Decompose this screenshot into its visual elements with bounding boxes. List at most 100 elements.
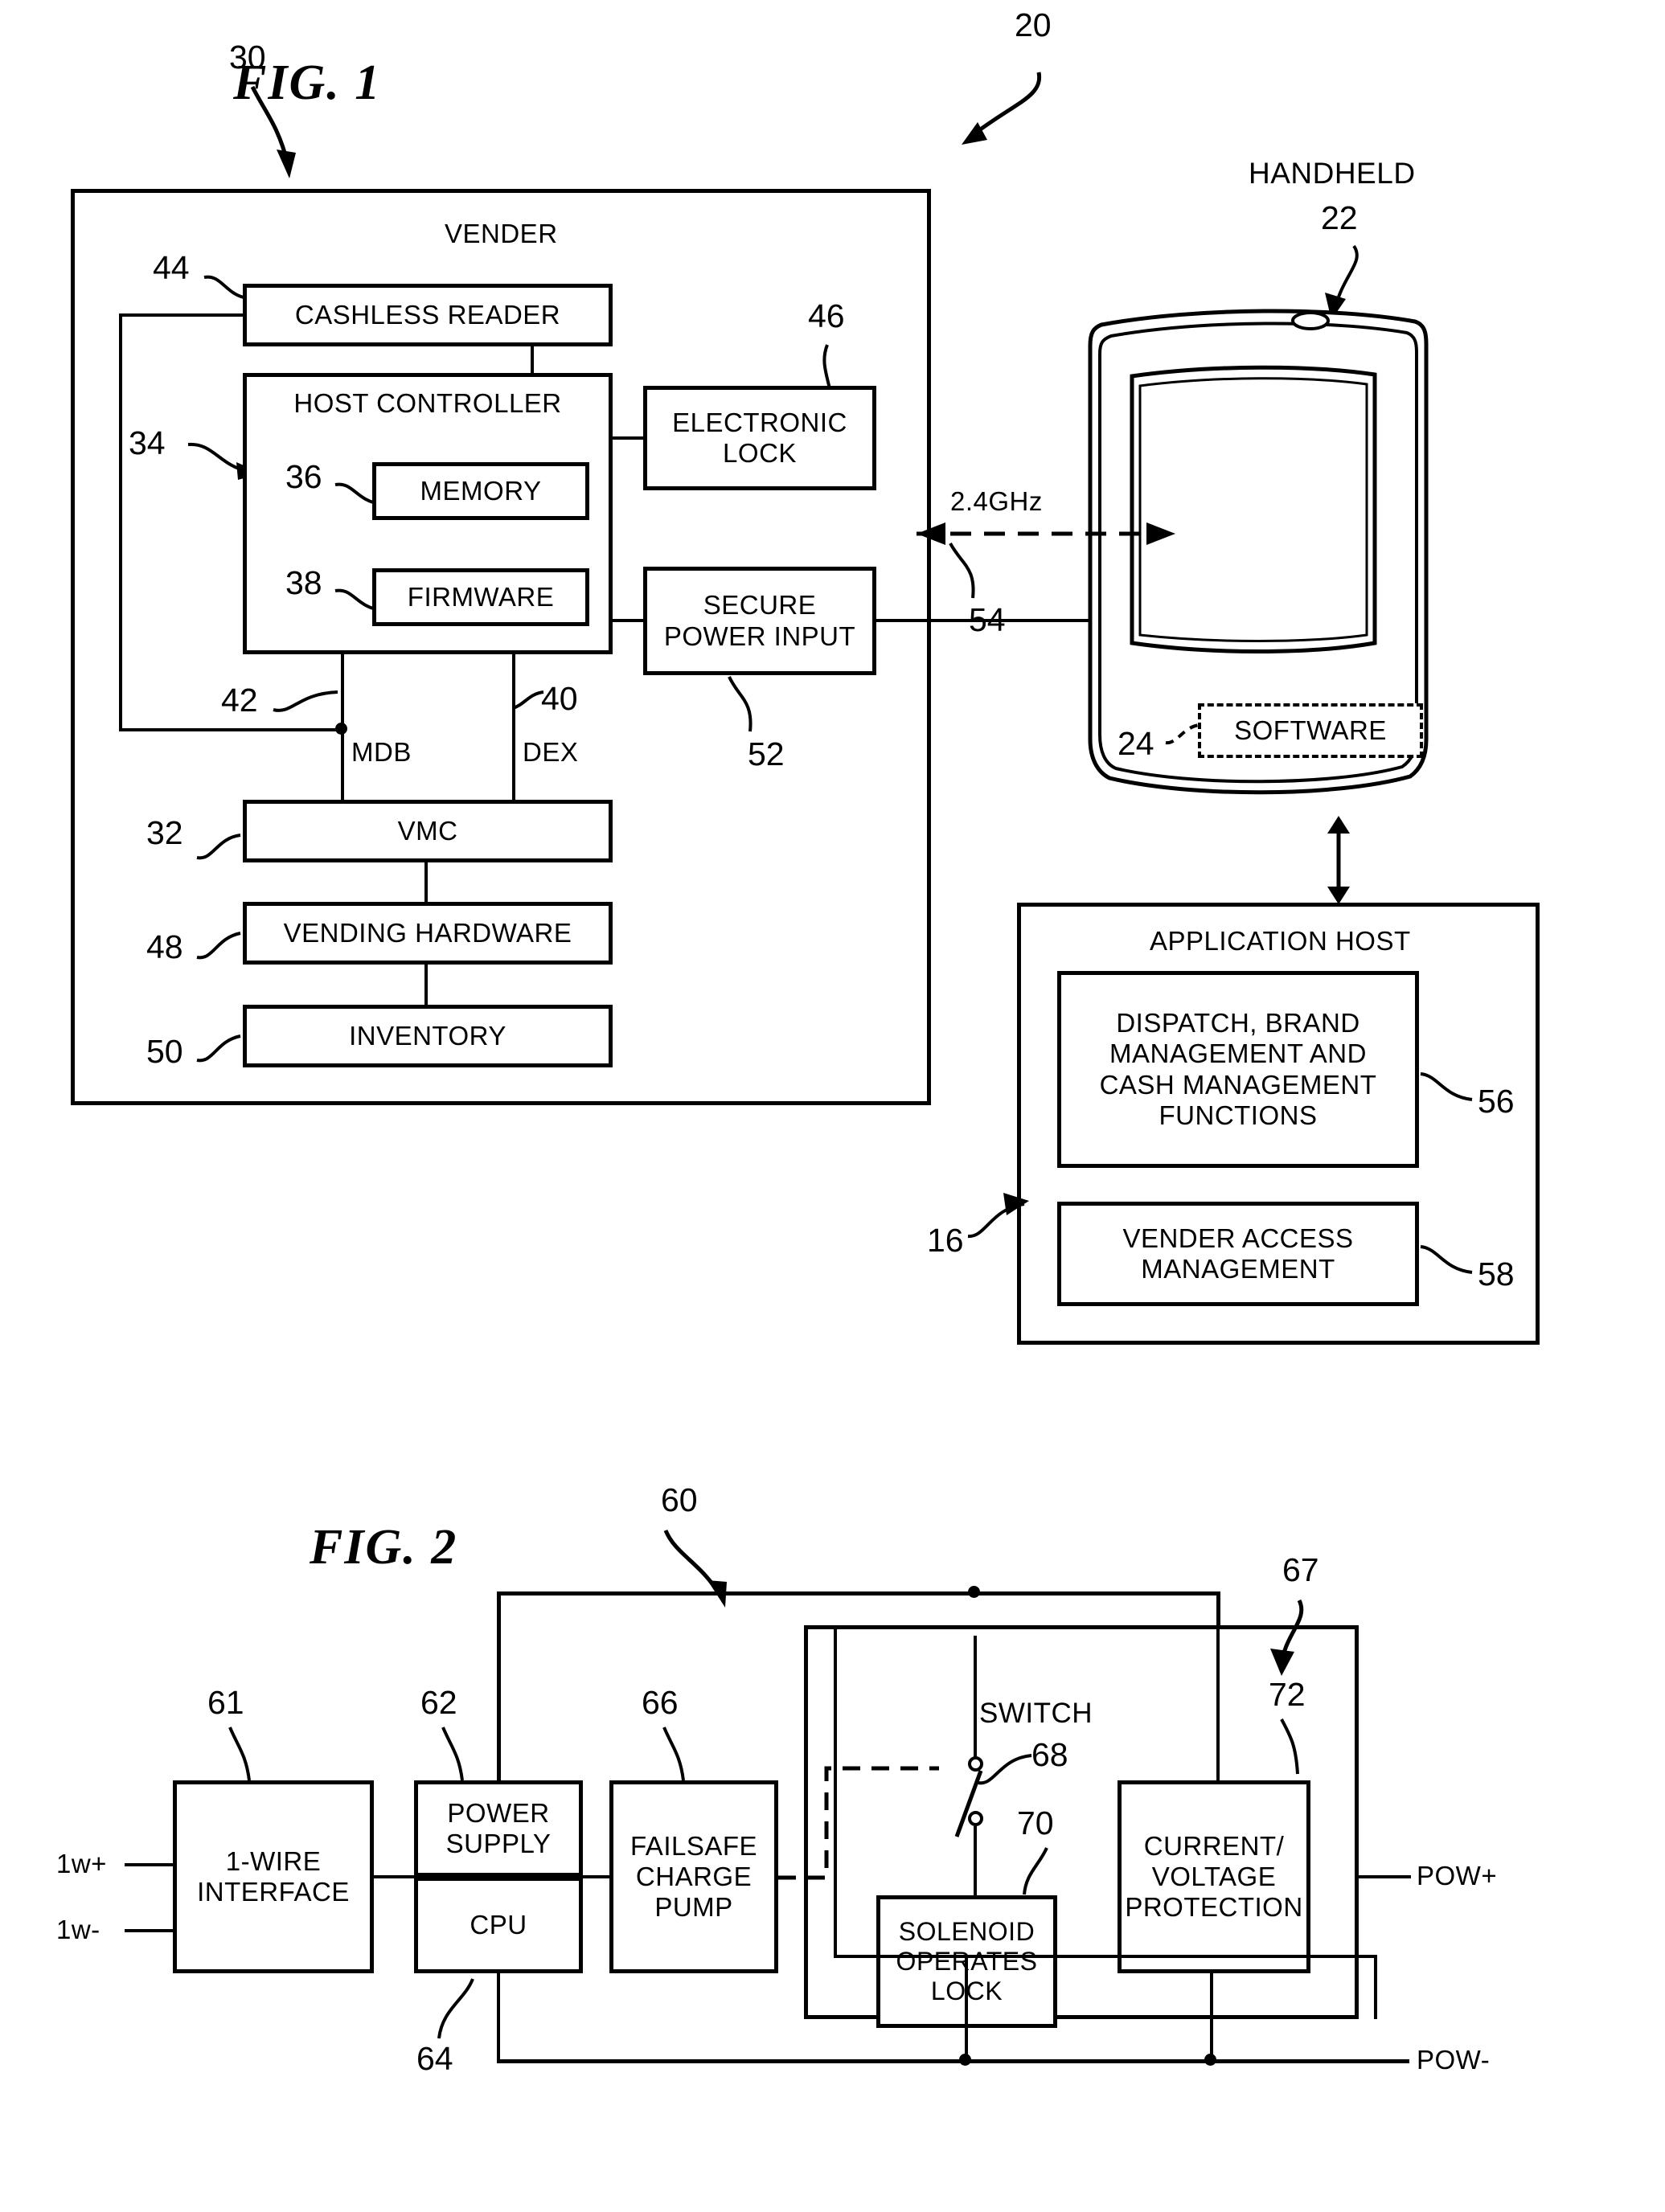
reference-numeral-62: 62: [420, 1684, 457, 1721]
reference-numeral-58: 58: [1478, 1256, 1515, 1292]
failsafe-charge-pump-block: FAILSAFE CHARGE PUMP: [609, 1780, 778, 1973]
reference-numeral-48: 48: [146, 928, 183, 965]
vending-hardware-block: VENDING HARDWARE: [243, 902, 613, 965]
terminal-pow-minus-label: POW-: [1417, 2045, 1491, 2075]
software-label: SOFTWARE: [1234, 715, 1387, 745]
lead-line-40: [512, 690, 544, 710]
wire-mdb-left: [119, 728, 342, 731]
reference-numeral-20: 20: [1015, 6, 1052, 43]
wire-cpu-to-pump: [583, 1875, 609, 1878]
junction-dot-solenoid: [959, 2054, 971, 2066]
reference-numeral-50: 50: [146, 1033, 183, 1070]
junction-dot-protection: [1204, 2054, 1216, 2066]
lead-line-32: [196, 834, 241, 860]
lead-line-72: [1280, 1718, 1299, 1775]
figure-2-title: FIG. 2: [310, 1520, 458, 1575]
functions-block: DISPATCH, BRAND MANAGEMENT AND CASH MANA…: [1057, 971, 1419, 1168]
cpu-block: CPU: [414, 1877, 583, 1973]
wire-cpu-bottom-vertical: [497, 1973, 500, 2062]
lead-line-48: [196, 932, 241, 960]
wire-enclosure-right-vertical: [1374, 1955, 1377, 2019]
vmc-label: VMC: [397, 815, 458, 846]
dex-bus-label: DEX: [523, 737, 579, 767]
firmware-block: FIRMWARE: [372, 568, 589, 626]
lead-line-54: [949, 543, 975, 599]
reference-numeral-46: 46: [808, 297, 845, 334]
lead-line-64: [437, 1978, 474, 2039]
reference-numeral-44: 44: [153, 249, 190, 286]
vender-access-block: VENDER ACCESS MANAGEMENT: [1057, 1202, 1419, 1306]
mdb-bus-label: MDB: [351, 737, 412, 767]
lead-line-70: [1023, 1847, 1048, 1895]
wire-1w-minus: [125, 1929, 173, 1932]
terminal-pow-plus-label: POW+: [1417, 1861, 1498, 1890]
wire-onewire-to-cpu: [374, 1875, 414, 1878]
wire-top-bus-left-vertical: [497, 1591, 501, 1780]
reference-numeral-34: 34: [129, 424, 166, 461]
firmware-label: FIRMWARE: [407, 581, 555, 612]
host-controller-label: HOST CONTROLLER: [293, 388, 562, 418]
vender-label: VENDER: [445, 219, 558, 248]
reference-numeral-64: 64: [416, 2040, 453, 2077]
lead-line-60: [663, 1529, 727, 1608]
reference-numeral-24: 24: [1118, 725, 1154, 762]
reference-numeral-61: 61: [207, 1684, 244, 1721]
switch-terminal-lower[interactable]: [968, 1811, 983, 1826]
application-host-label: APPLICATION HOST: [1150, 926, 1411, 956]
wire-cashless-left-down: [119, 313, 122, 731]
inventory-block: INVENTORY: [243, 1005, 613, 1067]
vending-hardware-label: VENDING HARDWARE: [283, 917, 572, 948]
terminal-1w-plus-label: 1w+: [56, 1849, 107, 1878]
wire-protection-to-pow-minus: [1210, 1973, 1213, 2062]
lead-line-24: [1165, 723, 1200, 745]
reference-numeral-16: 16: [927, 1222, 964, 1259]
lead-line-56: [1420, 1072, 1473, 1101]
wire-cashless-to-host: [531, 346, 534, 373]
reference-numeral-38: 38: [285, 564, 322, 601]
reference-numeral-72: 72: [1269, 1676, 1306, 1713]
wire-enclosure-bottom-rail: [834, 1955, 1377, 1958]
lead-line-61: [228, 1727, 251, 1781]
secure-power-input-label: SECURE POWER INPUT: [663, 590, 856, 651]
wireless-frequency-label: 2.4GHz: [950, 486, 1043, 516]
memory-block: MEMORY: [372, 462, 589, 520]
reference-numeral-66: 66: [642, 1684, 679, 1721]
secure-power-input-block: SECURE POWER INPUT: [643, 567, 876, 675]
switch-blade[interactable]: [949, 1764, 1005, 1853]
one-wire-interface-label: 1-WIRE INTERFACE: [197, 1845, 350, 1907]
lead-line-42: [273, 690, 338, 712]
wire-pow-minus-rail: [497, 2059, 1409, 2063]
wire-switch-top: [974, 1636, 977, 1760]
wire-vmc-to-hardware: [424, 862, 428, 902]
wire-switch-to-solenoid: [974, 1826, 977, 1897]
reference-numeral-70: 70: [1017, 1804, 1054, 1841]
lead-line-52: [728, 676, 753, 732]
memory-label: MEMORY: [420, 475, 542, 506]
handheld-to-apphost-link: [1327, 816, 1350, 904]
lead-line-16: [967, 1193, 1029, 1239]
lead-line-58: [1420, 1245, 1473, 1274]
protection-label: CURRENT/ VOLTAGE PROTECTION: [1125, 1830, 1303, 1923]
functions-label: DISPATCH, BRAND MANAGEMENT AND CASH MANA…: [1099, 1007, 1377, 1130]
reference-numeral-52: 52: [748, 735, 785, 772]
failsafe-charge-pump-label: FAILSAFE CHARGE PUMP: [630, 1830, 758, 1923]
terminal-1w-minus-label: 1w-: [56, 1915, 100, 1944]
vender-access-label: VENDER ACCESS MANAGEMENT: [1122, 1223, 1354, 1284]
patent-drawing-sheet: FIG. 1 20 30 VENDER 44 CASHLESS READER 3…: [0, 0, 1665, 2212]
switch-label: SWITCH: [979, 1698, 1093, 1729]
lead-line-50: [196, 1034, 241, 1063]
wire-dex-vertical: [512, 654, 515, 800]
reference-numeral-54: 54: [969, 601, 1006, 638]
reference-numeral-32: 32: [146, 814, 183, 851]
cpu-label: CPU: [470, 1909, 527, 1940]
vmc-block: VMC: [243, 800, 613, 862]
lead-line-20: [962, 72, 1042, 145]
wire-top-bus-horizontal: [497, 1591, 1220, 1596]
reference-numeral-56: 56: [1478, 1083, 1515, 1120]
reference-numeral-36: 36: [285, 458, 322, 495]
wire-host-to-power: [613, 619, 643, 622]
lead-line-66: [662, 1727, 685, 1781]
wire-protection-upper: [1216, 1628, 1220, 1780]
protection-block: CURRENT/ VOLTAGE PROTECTION: [1118, 1780, 1310, 1973]
wire-host-to-lock: [613, 436, 643, 440]
